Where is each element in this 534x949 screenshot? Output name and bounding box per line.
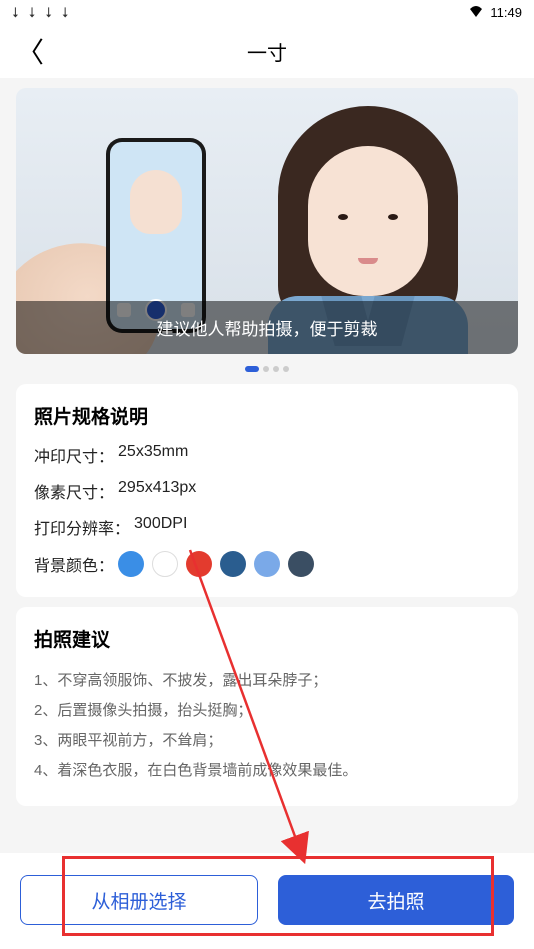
dot-active[interactable] (245, 366, 259, 372)
color-swatch[interactable] (288, 551, 314, 577)
tip-item: 3、两眼平视前方，不耸肩； (34, 726, 500, 756)
dot[interactable] (283, 366, 289, 372)
tip-item: 4、着深色衣服，在白色背景墙前成像效果最佳。 (34, 756, 500, 786)
spec-title: 照片规格说明 (34, 402, 500, 429)
print-size-label: 冲印尺寸： (34, 443, 114, 467)
example-banner[interactable]: 建议他人帮助拍摄，便于剪裁 (16, 88, 518, 354)
dpi-value: 300DPI (134, 515, 187, 539)
wifi-icon (468, 5, 484, 20)
color-swatch[interactable] (186, 551, 212, 577)
color-swatch[interactable] (118, 551, 144, 577)
carousel-dots (0, 366, 534, 372)
download-icon: ⭣ (12, 4, 19, 21)
button-bar: 从相册选择 去拍照 (0, 853, 534, 949)
pixel-size-value: 295x413px (118, 479, 196, 503)
print-size-value: 25x35mm (118, 443, 188, 467)
status-time: 11:49 (490, 5, 522, 20)
tips-title: 拍照建议 (34, 625, 500, 652)
download-icon: ⭣ (62, 4, 69, 21)
banner-caption: 建议他人帮助拍摄，便于剪裁 (16, 301, 518, 354)
back-button[interactable]: 〈 (16, 31, 44, 71)
page-title: 一寸 (0, 37, 534, 66)
take-photo-button[interactable]: 去拍照 (278, 875, 514, 925)
tip-item: 1、不穿高领服饰、不披发，露出耳朵脖子； (34, 666, 500, 696)
color-swatch[interactable] (152, 551, 178, 577)
choose-from-album-button[interactable]: 从相册选择 (20, 875, 258, 925)
color-swatches (118, 551, 314, 577)
color-swatch[interactable] (220, 551, 246, 577)
tip-item: 2、后置摄像头拍摄，抬头挺胸； (34, 696, 500, 726)
download-icon: ⭣ (45, 4, 52, 21)
header: 〈 一寸 (0, 24, 534, 78)
status-bar: ⭣ ⭣ ⭣ ⭣ 11:49 (0, 0, 534, 24)
dot[interactable] (273, 366, 279, 372)
download-icon: ⭣ (29, 4, 36, 21)
pixel-size-label: 像素尺寸： (34, 479, 114, 503)
dot[interactable] (263, 366, 269, 372)
bg-color-label: 背景颜色： (34, 552, 114, 576)
dpi-label: 打印分辨率： (34, 515, 130, 539)
color-swatch[interactable] (254, 551, 280, 577)
spec-card: 照片规格说明 冲印尺寸： 25x35mm 像素尺寸： 295x413px 打印分… (16, 384, 518, 597)
tips-card: 拍照建议 1、不穿高领服饰、不披发，露出耳朵脖子；2、后置摄像头拍摄，抬头挺胸；… (16, 607, 518, 806)
